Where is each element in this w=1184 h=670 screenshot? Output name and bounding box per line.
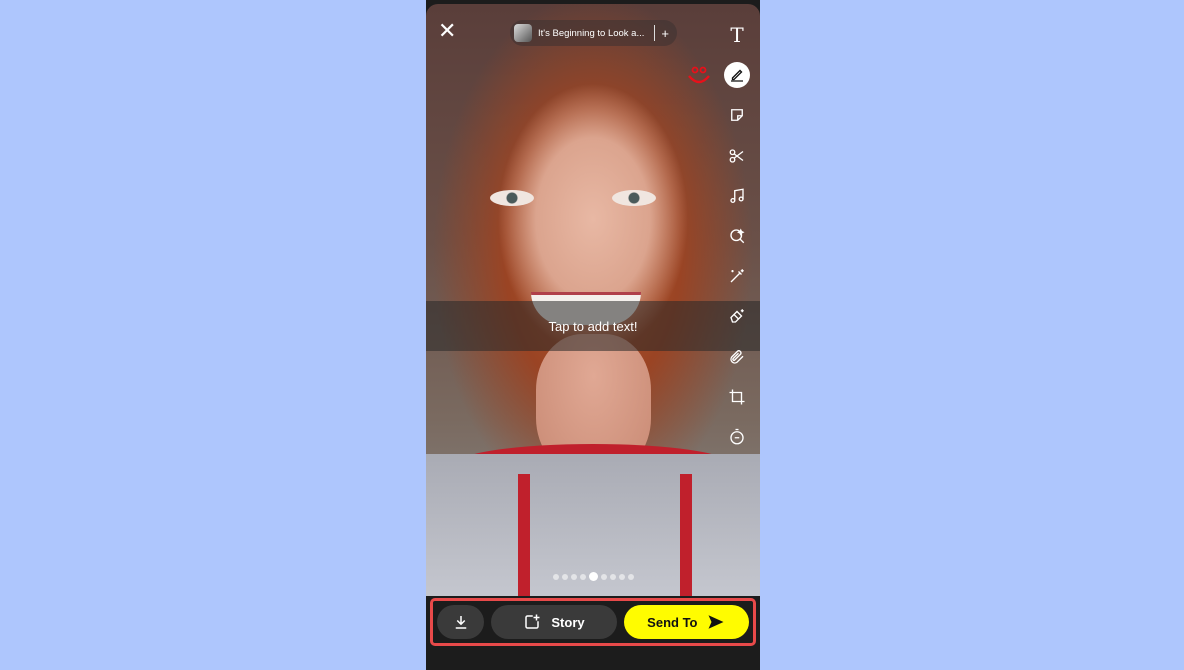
add-music-button[interactable]: +: [661, 26, 669, 41]
divider: [654, 25, 656, 41]
lens-search-icon: [730, 228, 745, 244]
lens-tool-button[interactable]: [724, 223, 750, 249]
send-arrow-icon: [708, 615, 724, 629]
tool-rail: T: [724, 22, 750, 464]
close-button[interactable]: ✕: [438, 20, 456, 42]
smiley-icon: [688, 66, 710, 84]
music-tool-button[interactable]: [724, 183, 750, 209]
attach-tool-button[interactable]: [724, 344, 750, 370]
music-note-icon: [730, 188, 744, 203]
album-thumbnail: [514, 24, 532, 42]
magic-eraser-icon: [730, 309, 744, 323]
page-dot: [618, 573, 625, 580]
snap-editor: Tap to add text! ✕ It's Beginning to Loo…: [426, 0, 760, 670]
page-dot-active: [588, 572, 598, 581]
pencil-icon: [731, 69, 743, 82]
magic-wand-icon: [730, 269, 744, 283]
page-dot: [579, 573, 586, 580]
send-to-button[interactable]: Send To: [623, 605, 749, 639]
eraser-tool-button[interactable]: [724, 303, 750, 329]
timer-tool-button[interactable]: [724, 424, 750, 450]
story-label: Story: [551, 614, 585, 630]
sticker-icon: [731, 109, 743, 122]
photo-eye: [612, 190, 656, 206]
timer-icon: [730, 428, 744, 445]
page-indicator: [426, 572, 760, 581]
add-text-placeholder: Tap to add text!: [548, 318, 638, 334]
sticker-tool-button[interactable]: [724, 102, 750, 128]
action-bar: Story Send To: [430, 598, 756, 646]
scissors-tool-button[interactable]: [724, 143, 750, 169]
add-story-icon: [525, 614, 540, 629]
photo-canvas[interactable]: Tap to add text! ✕ It's Beginning to Loo…: [426, 4, 760, 596]
crop-icon: [729, 389, 745, 405]
page-dot: [627, 573, 634, 580]
page-dot: [570, 573, 577, 580]
add-text-bar[interactable]: Tap to add text!: [426, 301, 760, 351]
page-dot: [552, 573, 559, 580]
music-pill[interactable]: It's Beginning to Look a... +: [510, 20, 677, 46]
page-dot: [609, 573, 616, 580]
story-button[interactable]: Story: [491, 605, 617, 639]
page-dot: [561, 573, 568, 580]
download-button[interactable]: [437, 605, 485, 639]
music-title: It's Beginning to Look a...: [538, 27, 645, 39]
photo-eye: [490, 190, 534, 206]
download-icon: [455, 616, 466, 629]
send-to-label: Send To: [647, 614, 698, 630]
crop-tool-button[interactable]: [724, 384, 750, 410]
magic-tool-button[interactable]: [724, 263, 750, 289]
scissors-icon: [729, 148, 744, 163]
paperclip-icon: [730, 349, 744, 364]
page-dot: [600, 573, 607, 580]
draw-tool-button[interactable]: [724, 62, 750, 89]
close-icon: ✕: [438, 18, 457, 43]
text-tool-button[interactable]: T: [724, 22, 750, 48]
text-icon: T: [730, 23, 744, 47]
